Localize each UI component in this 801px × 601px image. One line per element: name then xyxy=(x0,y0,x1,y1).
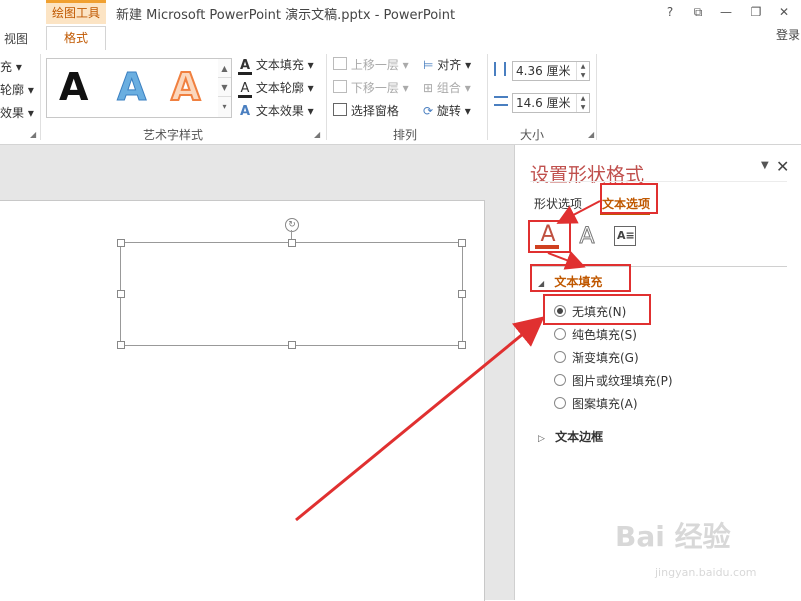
arrow-to-no-fill xyxy=(295,316,545,522)
arrow-to-text-fill xyxy=(547,250,586,270)
watermark-url: jingyan.baidu.com xyxy=(655,566,757,579)
watermark-logo: Bai 经验 xyxy=(615,520,731,553)
arrow-to-fill-icon xyxy=(556,200,601,224)
annotation-arrows xyxy=(295,200,601,522)
